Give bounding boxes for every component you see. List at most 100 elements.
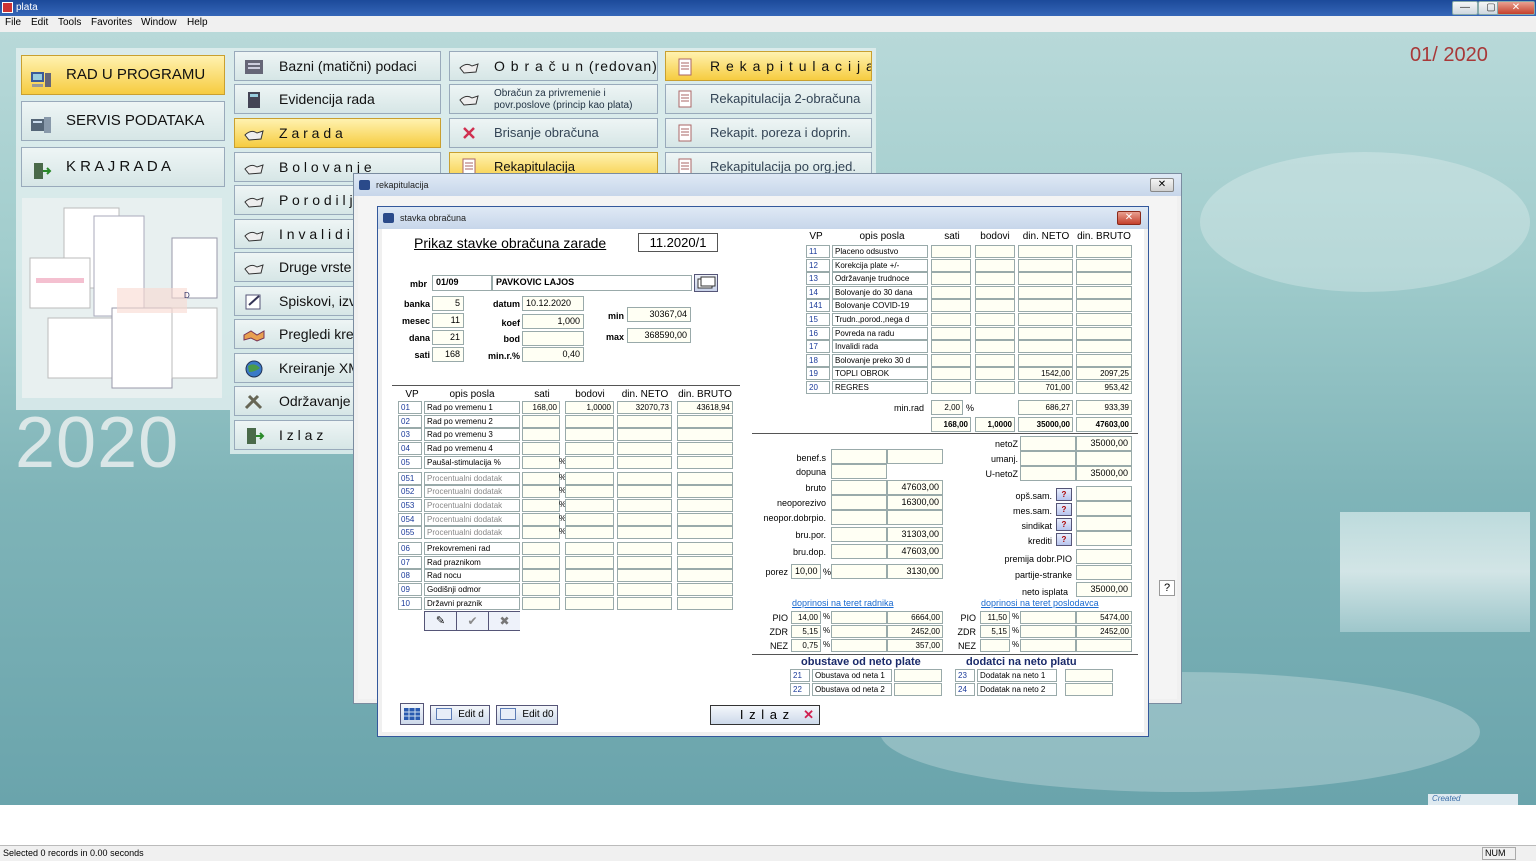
employee-name-field[interactable]: PAVKOVIC LAJOS [492,275,692,291]
dopr-poslodavac-value[interactable]: 5474,00 [1076,611,1132,624]
table-row-bruto[interactable]: 953,42 [1076,381,1132,394]
bazni-podaci-button[interactable]: Bazni (matični) podaci [234,51,441,81]
table-row-sati[interactable] [522,485,560,499]
rekapitulacija-close-button[interactable]: ✕ [1150,178,1174,192]
dana-field[interactable]: 21 [432,330,464,345]
table-row-sati[interactable] [931,313,971,326]
table-row-neto[interactable] [1018,272,1073,286]
menu-window[interactable]: Window [141,17,177,28]
bru-por-field-1[interactable] [831,527,887,542]
edit-pencil-button[interactable]: ✎ [425,612,457,630]
dopr-radnik-value[interactable]: 2452,00 [887,625,943,638]
dopr-radnik-pct[interactable]: 5,15 [791,625,821,638]
dopr-radnik-base[interactable] [831,611,887,624]
dopr-radnik-base[interactable] [831,625,887,638]
table-row-sati[interactable] [522,498,560,512]
table-row-neto[interactable] [617,555,672,569]
table-row-bodovi[interactable] [565,583,614,597]
table-row-bodovi[interactable] [565,569,614,583]
table-row-neto[interactable] [1018,299,1073,313]
table-row-bruto[interactable] [677,542,733,555]
bruto-field-1[interactable] [831,480,887,495]
table-row-bruto[interactable] [1076,313,1132,326]
mbr-field[interactable]: 01/09 [432,275,492,291]
rekapitulacija-button[interactable]: R e k a p i t u l a c i j a [665,51,872,81]
close-app-button[interactable]: ✕ [1497,1,1535,15]
table-row-sati[interactable] [931,381,971,394]
table-row-neto[interactable] [617,498,672,512]
table-row-neto[interactable]: 701,00 [1018,381,1073,394]
dopr-poslodavac-base[interactable] [1020,625,1076,638]
neopor-dobrpio-field-1[interactable] [831,510,887,525]
min-field[interactable]: 30367,04 [627,307,691,322]
table-row-bruto[interactable] [677,485,733,499]
table-row-bruto[interactable] [1076,326,1132,340]
table-row-neto[interactable] [1018,353,1073,367]
cards-lookup-button[interactable] [694,274,718,292]
table-row-bodovi[interactable] [975,353,1015,367]
dopr-poslodavac-value[interactable] [1076,639,1132,652]
table-row-neto[interactable] [617,583,672,597]
dopr-radnik-pct[interactable]: 14,00 [791,611,821,624]
sindikat-lookup-button[interactable]: ? [1056,518,1072,531]
table-row-bodovi[interactable] [975,367,1015,381]
netoz-field[interactable]: 35000,00 [1076,436,1132,451]
edit-d0-button[interactable]: Edit d0 [496,705,558,725]
table-row-neto[interactable] [617,569,672,583]
table-row-sati[interactable] [522,555,560,569]
ops-sam-field[interactable] [1076,486,1132,501]
dopr-poslodavac-base[interactable] [1020,639,1076,652]
table-row-sati[interactable] [931,326,971,340]
table-row-bruto[interactable] [677,428,733,442]
table-row-bodovi[interactable] [565,526,614,540]
table-row-sati[interactable] [931,340,971,354]
dopr-radnik-base[interactable] [831,639,887,652]
minrad-bruto[interactable]: 933,39 [1076,400,1132,415]
neoporezivo-field-1[interactable] [831,495,887,510]
confirm-button[interactable]: ✔ [457,612,489,630]
table-row-bodovi[interactable] [565,442,614,456]
brisanje-obracuna-button[interactable]: Brisanje obračuna [449,118,658,148]
table-row-bodovi[interactable] [975,326,1015,340]
table-row-bodovi[interactable] [975,313,1015,326]
table-row-bruto[interactable] [677,414,733,428]
table-row-bruto[interactable] [1076,245,1132,258]
table-row-sati[interactable] [522,512,560,526]
table-row-bodovi[interactable] [565,428,614,442]
benefs-field-1[interactable] [831,449,887,464]
sati-field[interactable]: 168 [432,347,464,362]
rekapitulacija-2-obracuna-button[interactable]: Rekapitulacija 2-obračuna [665,84,872,114]
menu-favorites[interactable]: Favorites [91,17,132,28]
grid-view-button[interactable] [400,703,424,725]
table-row-neto[interactable]: 32070,73 [617,401,672,414]
bruto-field[interactable]: 47603,00 [887,480,943,495]
table-row-neto[interactable] [617,414,672,428]
edit-d-button[interactable]: Edit d [430,705,490,725]
obustava-value[interactable] [894,669,942,682]
dopr-radnik-value[interactable]: 357,00 [887,639,943,652]
table-row-sati[interactable] [522,542,560,555]
table-row-sati[interactable] [931,299,971,313]
table-row-neto[interactable] [1018,326,1073,340]
table-row-bodovi[interactable] [975,340,1015,354]
table-row-bodovi[interactable] [565,512,614,526]
table-row-bruto[interactable] [677,498,733,512]
ops-sam-lookup-button[interactable]: ? [1056,488,1072,501]
stavka-close-button[interactable]: ✕ [1117,211,1141,225]
obustava-value[interactable] [894,682,942,696]
table-row-bruto[interactable] [1076,258,1132,272]
bru-dop-field[interactable]: 47603,00 [887,544,943,559]
table-row-bruto[interactable]: 43618,94 [677,401,733,414]
table-row-bodovi[interactable] [975,285,1015,299]
table-row-bodovi[interactable] [565,498,614,512]
dopr-poslodavac-base[interactable] [1020,611,1076,624]
table-row-bruto[interactable] [677,455,733,469]
table-row-bruto[interactable] [677,442,733,456]
umanj-field-1[interactable] [1020,451,1076,466]
rad-u-programu-button[interactable]: RAD U PROGRAMU [21,55,225,95]
table-row-sati[interactable] [522,569,560,583]
table-row-sati[interactable] [522,471,560,485]
table-row-sati[interactable] [522,442,560,456]
dopr-radnik-pct[interactable]: 0,75 [791,639,821,652]
table-row-bodovi[interactable] [975,258,1015,272]
